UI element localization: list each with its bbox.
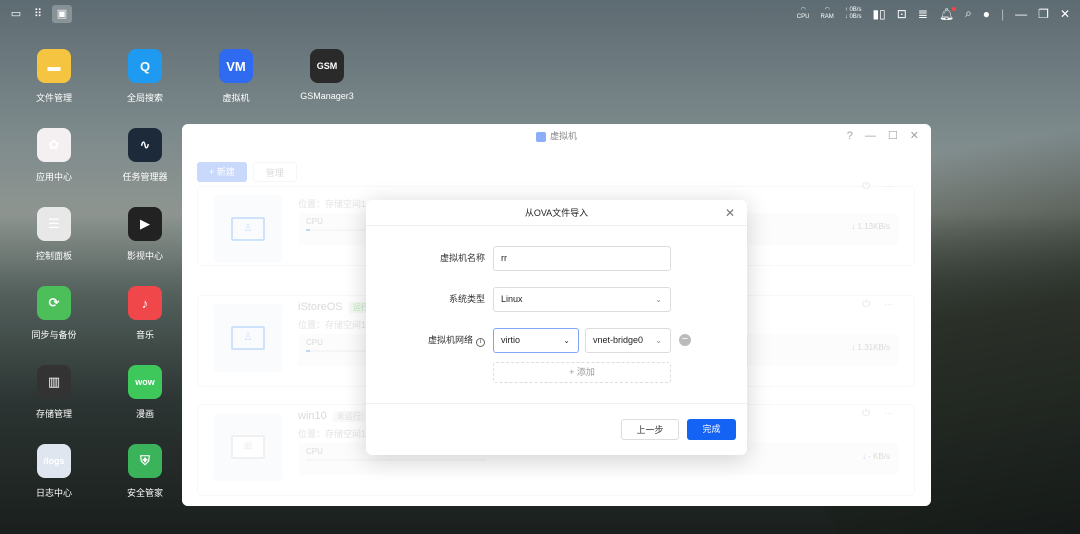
dialog-footer-divider <box>366 403 747 404</box>
minimize-icon[interactable]: — <box>1015 7 1027 21</box>
desktop-icon-9[interactable]: ♪ 音乐 <box>105 286 185 341</box>
os-type-value: Linux <box>501 294 523 304</box>
monitor-icon[interactable]: ⊡ <box>897 7 907 21</box>
desktop-icon-4[interactable]: ▥ 存储管理 <box>14 365 94 420</box>
desktop-icon-12[interactable]: VM 虚拟机 <box>196 49 276 104</box>
vm-taskbar-icon[interactable]: ▣ <box>52 5 72 23</box>
previous-button[interactable]: 上一步 <box>621 419 679 440</box>
widgets-icon[interactable]: ▮▯ <box>872 7 885 21</box>
desktop-icon-label: 日志中心 <box>35 488 72 498</box>
network-speed: ↑ 0B/s ↓ 0B/s <box>845 7 862 21</box>
app-icon: VM <box>219 49 253 83</box>
nic-model-select[interactable]: virtio ⌄ <box>493 328 579 353</box>
desktop-icon-6[interactable]: Q 全局搜索 <box>105 49 185 104</box>
remove-network-icon[interactable]: − <box>679 334 691 346</box>
add-network-button[interactable]: + 添加 <box>493 362 671 383</box>
ram-label: RAM <box>820 13 834 20</box>
upload-speed: ↑ 0B/s <box>844 6 862 13</box>
app-icon: ▥ <box>37 365 71 399</box>
cpu-label: CPU <box>796 13 810 20</box>
ova-import-dialog: 从OVA文件导入 ✕ 虚拟机名称 rr 系统类型 Linux ⌄ 虚拟机网络 i vi… <box>366 200 747 455</box>
desktop-icon-5[interactable]: /logs 日志中心 <box>14 444 94 499</box>
desktop-icon-1[interactable]: ✿ 应用中心 <box>14 128 94 183</box>
app-icon: ♪ <box>128 286 162 320</box>
search-icon[interactable]: ⌕ <box>965 6 972 21</box>
desktop-icon-label: 存储管理 <box>35 409 72 419</box>
desktop-icon-3[interactable]: ⟳ 同步与备份 <box>14 286 94 341</box>
divider: | <box>1001 6 1005 21</box>
restore-icon[interactable]: ❐ <box>1038 7 1049 21</box>
desktop-icon-7[interactable]: ∿ 任务管理器 <box>105 128 185 183</box>
notification-bell-icon[interactable]: 🔔︎ <box>939 6 957 21</box>
show-desktop-icon[interactable]: ▭ <box>8 7 24 21</box>
chevron-down-icon: ⌄ <box>655 295 662 304</box>
desktop-icon-label: 影视中心 <box>126 251 163 261</box>
vm-name-label: 虚拟机名称 <box>439 253 485 263</box>
vm-name-input[interactable]: rr <box>493 246 671 271</box>
app-icon: ☰ <box>37 207 71 241</box>
nic-model-value: virtio <box>501 335 521 345</box>
settings-list-icon[interactable]: ≣ <box>918 7 928 21</box>
app-icon: ✿ <box>37 128 71 162</box>
desktop-icon-label: 控制面板 <box>35 251 72 261</box>
finish-button[interactable]: 完成 <box>687 419 736 440</box>
desktop-icon-13[interactable]: GSM GSManager3 <box>287 49 367 101</box>
desktop-icon-label: 漫画 <box>135 409 154 419</box>
desktop-icon-label: 音乐 <box>135 330 154 340</box>
cpu-gauge[interactable]: ◠ CPU <box>797 7 810 21</box>
dialog-close-icon[interactable]: ✕ <box>725 200 735 226</box>
bridge-select[interactable]: vnet-bridge0 ⌄ <box>585 328 671 353</box>
desktop-icon-label: 文件管理 <box>35 93 72 103</box>
desktop-icon-label: 同步与备份 <box>31 330 77 340</box>
ram-gauge[interactable]: ◠ RAM <box>820 7 833 21</box>
top-bar: ▭ ⠿ ▣ ◠ CPU ◠ RAM ↑ 0B/s ↓ 0B/s ▮▯ ⊡ ≣ 🔔︎ ⌕… <box>0 0 1080 30</box>
desktop-icon-label: 安全管家 <box>126 488 163 498</box>
desktop-icon-label: GSManager3 <box>300 91 354 101</box>
vm-network-label: 虚拟机网络 i <box>428 328 485 353</box>
app-grid-icon[interactable]: ⠿ <box>30 7 46 21</box>
app-icon: ⟳ <box>37 286 71 320</box>
vm-network-label-text: 虚拟机网络 <box>427 335 473 345</box>
app-icon: /logs <box>37 444 71 478</box>
desktop-icon-8[interactable]: ▶ 影视中心 <box>105 207 185 262</box>
close-icon[interactable]: ✕ <box>1060 7 1070 21</box>
os-type-label: 系统类型 <box>448 294 485 304</box>
desktop-icon-10[interactable]: wow 漫画 <box>105 365 185 420</box>
desktop-icon-label: 虚拟机 <box>222 93 250 103</box>
app-icon: ⛨ <box>128 444 162 478</box>
desktop-icon-label: 全局搜索 <box>126 93 163 103</box>
user-icon[interactable]: ● <box>983 7 990 21</box>
download-speed: ↓ 0B/s <box>844 13 862 20</box>
app-icon: GSM <box>310 49 344 83</box>
chevron-down-icon: ⌄ <box>655 336 662 345</box>
desktop-icon-0[interactable]: ▬ 文件管理 <box>14 49 94 104</box>
desktop-icon-11[interactable]: ⛨ 安全管家 <box>105 444 185 499</box>
app-icon: ∿ <box>128 128 162 162</box>
app-icon: Q <box>128 49 162 83</box>
dialog-title: 从OVA文件导入 <box>524 208 589 218</box>
app-icon: ▶ <box>128 207 162 241</box>
app-icon: wow <box>128 365 162 399</box>
bridge-value: vnet-bridge0 <box>593 335 644 345</box>
chevron-down-icon: ⌄ <box>563 336 570 345</box>
os-type-select[interactable]: Linux ⌄ <box>493 287 671 312</box>
desktop-icon-label: 应用中心 <box>35 172 72 182</box>
desktop-icon-label: 任务管理器 <box>122 172 168 182</box>
app-icon: ▬ <box>37 49 71 83</box>
desktop-icon-2[interactable]: ☰ 控制面板 <box>14 207 94 262</box>
info-icon[interactable]: i <box>476 338 485 347</box>
